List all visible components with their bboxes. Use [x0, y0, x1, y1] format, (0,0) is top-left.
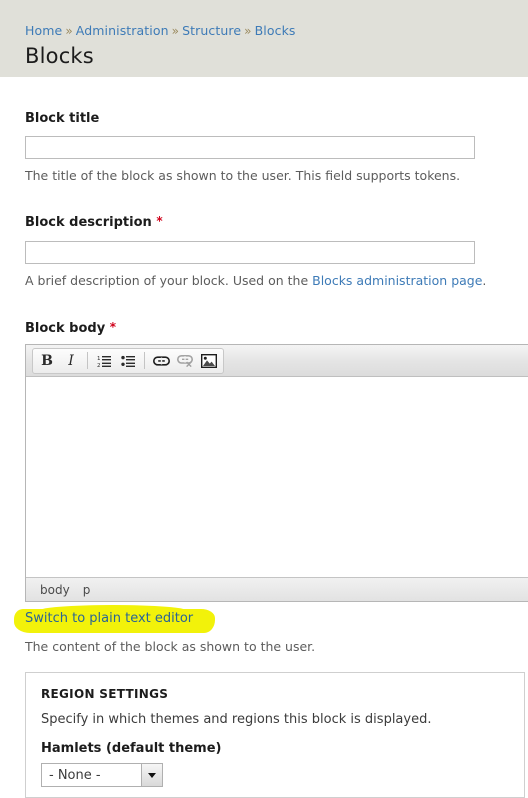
description-text-after: .	[482, 273, 487, 288]
breadcrumb-separator: »	[65, 24, 73, 38]
block-body-label-text: Block body	[25, 321, 106, 336]
block-description-label-text: Block description	[25, 215, 152, 230]
block-form: Block title The title of the block as sh…	[0, 111, 528, 798]
required-marker: *	[156, 214, 163, 228]
field-block-description: Block description * A brief description …	[25, 214, 528, 289]
editor-content-area[interactable]	[26, 377, 528, 577]
breadcrumb-item-administration[interactable]: Administration	[76, 23, 169, 38]
bold-glyph: B	[41, 352, 53, 369]
block-body-description: The content of the block as shown to the…	[25, 639, 316, 654]
region-settings-fieldset: REGION SETTINGS Specify in which themes …	[25, 672, 525, 798]
block-title-label: Block title	[25, 111, 100, 126]
blocks-administration-page-link[interactable]: Blocks administration page	[312, 273, 482, 288]
editor-toolbar: B I 1 2	[26, 345, 528, 377]
element-path-body[interactable]: body	[40, 583, 70, 597]
svg-text:2: 2	[97, 363, 101, 368]
block-description-label: Block description *	[25, 214, 528, 230]
field-block-title: Block title The title of the block as sh…	[25, 111, 528, 184]
image-icon[interactable]	[197, 350, 221, 372]
italic-glyph: I	[68, 352, 74, 369]
region-settings-description: Specify in which themes and regions this…	[41, 712, 432, 727]
editor-element-path: body p	[26, 577, 528, 601]
breadcrumb: Home» Administration» Structure» Blocks	[25, 23, 528, 39]
numbered-list-icon[interactable]: 1 2	[92, 350, 116, 372]
breadcrumb-separator: »	[244, 24, 252, 38]
hamlets-theme-label: Hamlets (default theme)	[41, 741, 222, 756]
block-body-label: Block body *	[25, 320, 528, 336]
italic-icon[interactable]: I	[59, 350, 83, 372]
rich-text-editor: B I 1 2 body p	[25, 344, 528, 602]
switch-editor-row: Switch to plain text editor	[14, 605, 528, 633]
breadcrumb-item-blocks[interactable]: Blocks	[255, 23, 296, 38]
hamlets-region-select-value: - None -	[49, 767, 101, 783]
block-title-input[interactable]	[25, 136, 475, 159]
link-icon[interactable]	[149, 350, 173, 372]
toolbar-separator	[87, 352, 88, 369]
bulleted-list-icon[interactable]	[116, 350, 140, 372]
block-title-description: The title of the block as shown to the u…	[25, 168, 461, 183]
page-header: Home» Administration» Structure» Blocks Blo…	[0, 0, 528, 77]
unlink-icon	[173, 350, 197, 372]
region-settings-legend: REGION SETTINGS	[41, 687, 169, 701]
required-marker: *	[109, 320, 117, 334]
element-path-p[interactable]: p	[83, 583, 91, 597]
description-text-before: A brief description of your block. Used …	[25, 273, 313, 288]
breadcrumb-item-structure[interactable]: Structure	[182, 23, 241, 38]
breadcrumb-item-home[interactable]: Home	[25, 23, 62, 38]
page-title: Blocks	[25, 44, 94, 68]
breadcrumb-separator: »	[171, 24, 180, 38]
block-description-input[interactable]	[25, 241, 475, 264]
bold-icon[interactable]: B	[35, 350, 59, 372]
svg-text:1: 1	[97, 356, 101, 362]
editor-button-group: B I 1 2	[32, 347, 224, 374]
field-block-body: Block body * B I 1 2 body p Switch to pl…	[14, 320, 528, 655]
switch-to-plain-text-editor-link[interactable]: Switch to plain text editor	[25, 611, 193, 626]
hamlets-region-select[interactable]: - None -	[41, 763, 163, 787]
block-description-description: A brief description of your block. Used …	[25, 273, 528, 289]
toolbar-separator	[144, 352, 145, 369]
chevron-down-icon[interactable]	[141, 764, 162, 786]
